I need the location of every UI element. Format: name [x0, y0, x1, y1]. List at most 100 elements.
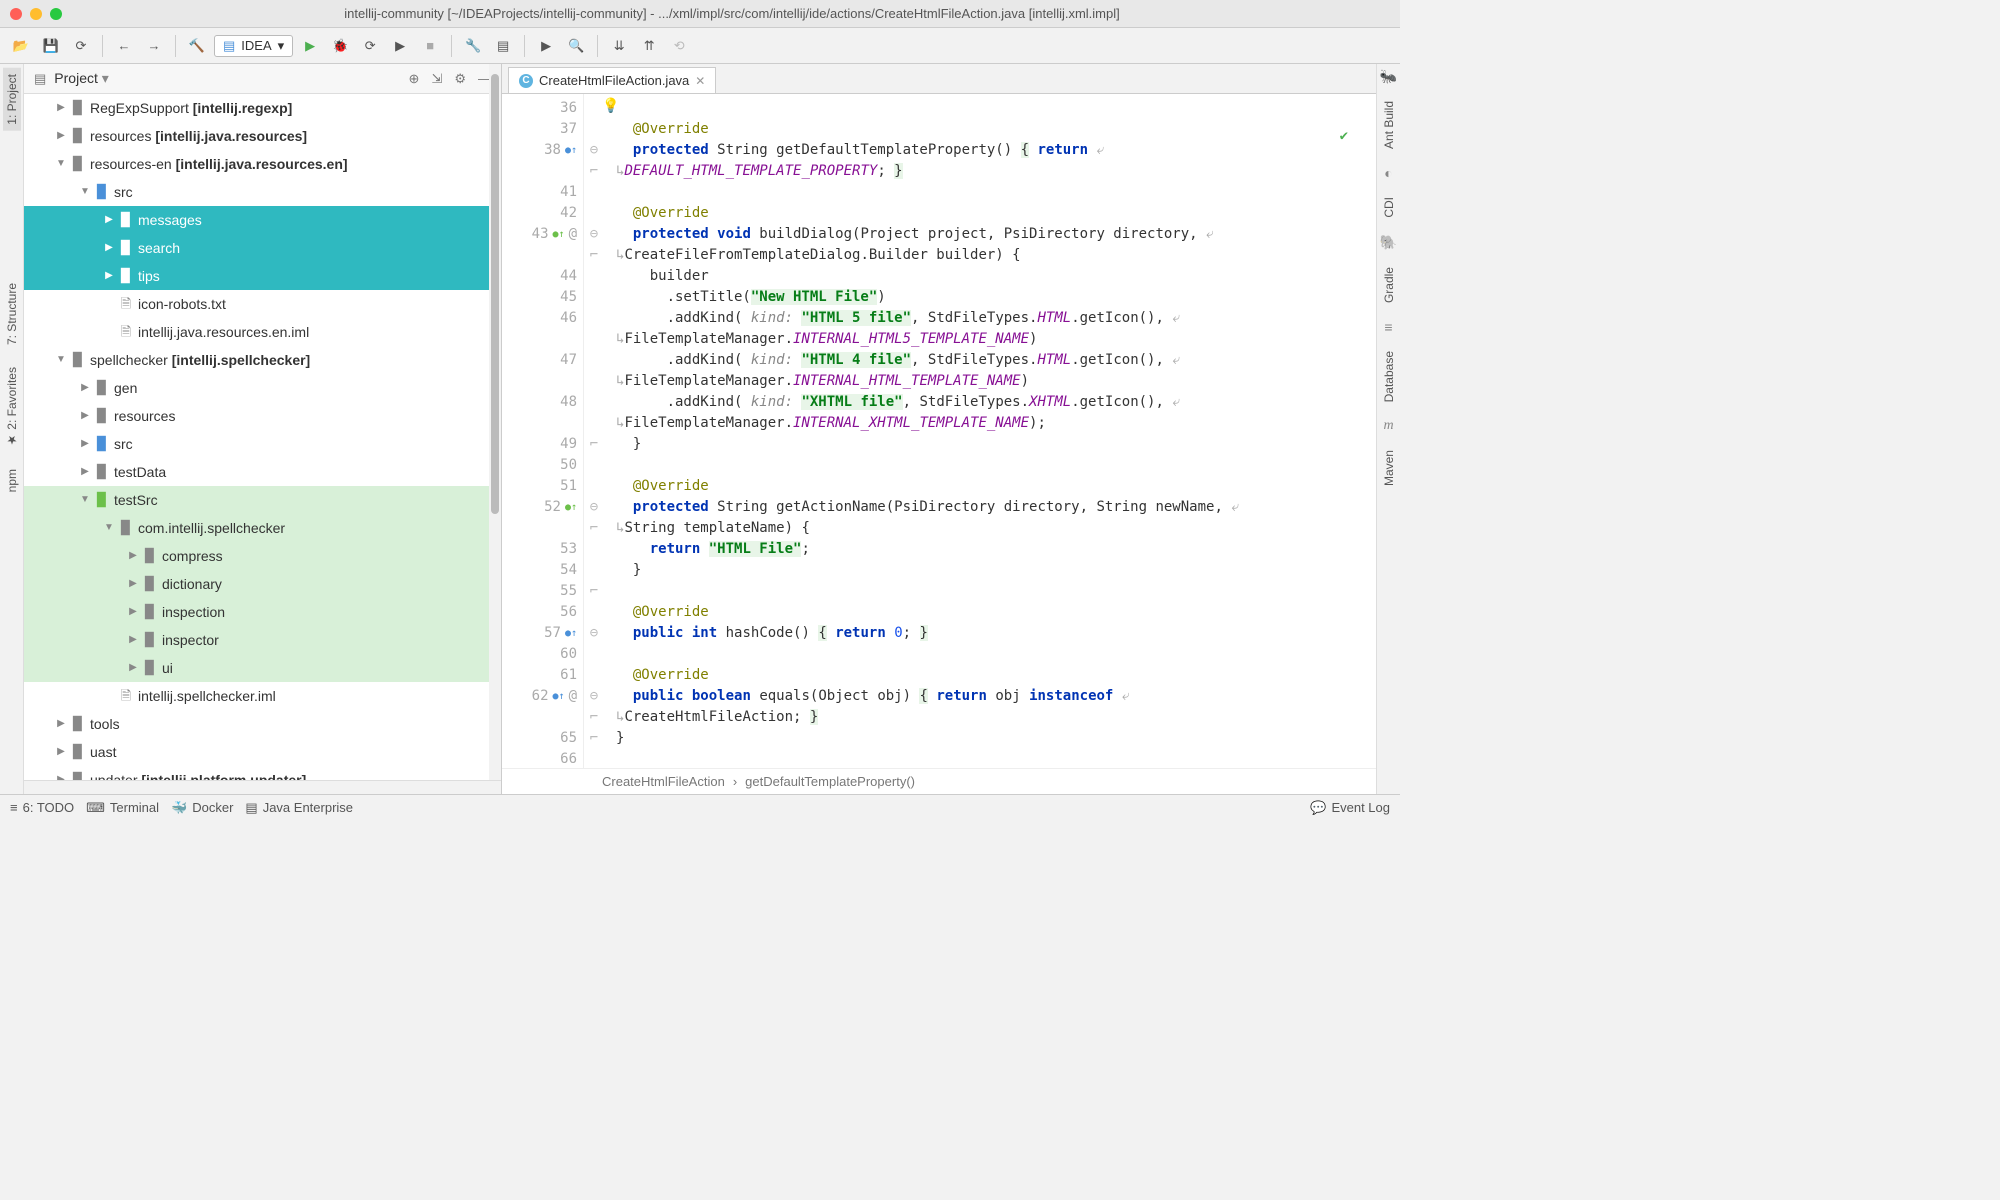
tree-row[interactable]: ▶▉uast: [24, 738, 501, 766]
tree-row[interactable]: ▶▉updater [intellij.platform.updater]: [24, 766, 501, 780]
editor-tab[interactable]: C CreateHtmlFileAction.java ✕: [508, 67, 716, 93]
wrench-icon[interactable]: 🔧: [460, 33, 486, 59]
tree-arrow-icon[interactable]: ▶: [126, 598, 140, 626]
vcs-history-icon[interactable]: ⟲: [666, 33, 692, 59]
tree-arrow-icon[interactable]: ▶: [54, 738, 68, 766]
database-icon[interactable]: ≡: [1384, 319, 1392, 335]
tree-arrow-icon[interactable]: ▶: [126, 570, 140, 598]
rail-database[interactable]: Database: [1380, 345, 1398, 408]
rail-ant[interactable]: Ant Build: [1380, 95, 1398, 155]
zoom-window-button[interactable]: [50, 8, 62, 20]
tree-row[interactable]: ▶▉resources [intellij.java.resources]: [24, 122, 501, 150]
tree-row[interactable]: ▶▉testData: [24, 458, 501, 486]
run-anything-icon[interactable]: ▶: [533, 33, 559, 59]
horizontal-scrollbar[interactable]: [24, 780, 501, 794]
rail-project[interactable]: 1: Project: [3, 68, 21, 131]
tree-arrow-icon[interactable]: ▶: [102, 262, 116, 290]
tree-row[interactable]: 🗎intellij.java.resources.en.iml: [24, 318, 501, 346]
tree-row[interactable]: 🗎intellij.spellchecker.iml: [24, 682, 501, 710]
tree-arrow-icon[interactable]: ▼: [78, 178, 92, 206]
stop-icon[interactable]: ■: [417, 33, 443, 59]
gear-icon[interactable]: ⚙: [454, 71, 466, 87]
tree-arrow-icon[interactable]: ▼: [54, 346, 68, 374]
search-icon[interactable]: 🔍: [563, 33, 589, 59]
project-structure-icon[interactable]: ▤: [490, 33, 516, 59]
vertical-scrollbar[interactable]: [489, 64, 501, 780]
tree-row[interactable]: 🗎icon-robots.txt: [24, 290, 501, 318]
open-icon[interactable]: 📂: [8, 33, 34, 59]
debug-icon[interactable]: 🐞: [327, 33, 353, 59]
cdi-icon[interactable]: ◐: [1384, 165, 1392, 181]
breadcrumb-class[interactable]: CreateHtmlFileAction: [602, 774, 725, 789]
tree-arrow-icon[interactable]: ▼: [54, 150, 68, 178]
tree-row[interactable]: ▶▉inspector: [24, 626, 501, 654]
close-tab-icon[interactable]: ✕: [695, 74, 705, 88]
tree-arrow-icon[interactable]: ▼: [78, 486, 92, 514]
run-config-dropdown[interactable]: ▤ IDEA ▾: [214, 35, 293, 57]
tree-row[interactable]: ▶▉ui: [24, 654, 501, 682]
code-area[interactable]: @Override protected String getDefaultTem…: [604, 94, 1376, 768]
run-icon[interactable]: ▶: [297, 33, 323, 59]
rail-favorites[interactable]: ★ 2: Favorites: [3, 361, 21, 453]
coverage-icon[interactable]: ⟳: [357, 33, 383, 59]
tree-row[interactable]: ▼▉com.intellij.spellchecker: [24, 514, 501, 542]
build-icon[interactable]: 🔨: [184, 33, 210, 59]
tree-row[interactable]: ▼▉src: [24, 178, 501, 206]
tree-arrow-icon[interactable]: ▶: [54, 710, 68, 738]
vcs-update-icon[interactable]: ⇊: [606, 33, 632, 59]
tree-row[interactable]: ▶▉search: [24, 234, 501, 262]
tree-row[interactable]: ▶▉gen: [24, 374, 501, 402]
tree-row[interactable]: ▶▉messages: [24, 206, 501, 234]
tree-arrow-icon[interactable]: ▶: [78, 458, 92, 486]
rail-cdi[interactable]: CDI: [1380, 191, 1398, 224]
rail-gradle[interactable]: Gradle: [1380, 261, 1398, 309]
gradle-icon[interactable]: 🐘: [1380, 234, 1397, 251]
tree-arrow-icon[interactable]: ▶: [126, 542, 140, 570]
ant-icon[interactable]: 🐜: [1380, 68, 1397, 85]
rail-npm[interactable]: npm: [3, 463, 21, 498]
tree-row[interactable]: ▼▉resources-en [intellij.java.resources.…: [24, 150, 501, 178]
forward-icon[interactable]: →: [141, 33, 167, 59]
fold-column[interactable]: ⊖⌐⊖⌐⌐⊖⌐⌐⊖⊖⌐⌐: [584, 94, 604, 768]
tree-row[interactable]: ▶▉dictionary: [24, 570, 501, 598]
tree-arrow-icon[interactable]: ▶: [102, 234, 116, 262]
project-tree[interactable]: ▶▉RegExpSupport [intellij.regexp]▶▉resou…: [24, 94, 501, 780]
intention-bulb-icon[interactable]: 💡: [602, 98, 619, 114]
tree-row[interactable]: ▶▉resources: [24, 402, 501, 430]
status-todo[interactable]: ≡6: TODO: [10, 800, 74, 815]
tree-arrow-icon[interactable]: ▶: [126, 626, 140, 654]
status-terminal[interactable]: ⌨Terminal: [86, 800, 159, 816]
rail-maven[interactable]: Maven: [1380, 444, 1398, 492]
refresh-icon[interactable]: ⟳: [68, 33, 94, 59]
maven-icon[interactable]: m: [1383, 418, 1393, 434]
close-window-button[interactable]: [10, 8, 22, 20]
save-all-icon[interactable]: 💾: [38, 33, 64, 59]
breadcrumb-method[interactable]: getDefaultTemplateProperty(): [745, 774, 915, 789]
tree-row[interactable]: ▼▉spellchecker [intellij.spellchecker]: [24, 346, 501, 374]
minimize-window-button[interactable]: [30, 8, 42, 20]
tree-arrow-icon[interactable]: ▶: [78, 402, 92, 430]
tree-row[interactable]: ▶▉RegExpSupport [intellij.regexp]: [24, 94, 501, 122]
tree-arrow-icon[interactable]: ▶: [54, 122, 68, 150]
status-javaee[interactable]: ▤Java Enterprise: [245, 800, 353, 816]
tree-row[interactable]: ▶▉tools: [24, 710, 501, 738]
tree-arrow-icon[interactable]: ▶: [126, 654, 140, 682]
tree-arrow-icon[interactable]: ▶: [78, 374, 92, 402]
tree-arrow-icon[interactable]: ▶: [102, 206, 116, 234]
tree-arrow-icon[interactable]: ▶: [54, 94, 68, 122]
tree-arrow-icon[interactable]: ▶: [78, 430, 92, 458]
collapse-icon[interactable]: ⇲: [431, 71, 442, 87]
tree-row[interactable]: ▶▉inspection: [24, 598, 501, 626]
editor[interactable]: ✔ 💡 363738 ●↑414243 ●↑ @4445464748495051…: [502, 94, 1376, 768]
profile-icon[interactable]: ▶: [387, 33, 413, 59]
status-docker[interactable]: 🐳Docker: [171, 800, 233, 816]
tree-arrow-icon[interactable]: ▶: [54, 766, 68, 780]
tree-row[interactable]: ▶▉tips: [24, 262, 501, 290]
vcs-commit-icon[interactable]: ⇈: [636, 33, 662, 59]
tree-row[interactable]: ▼▉testSrc: [24, 486, 501, 514]
tree-arrow-icon[interactable]: ▼: [102, 514, 116, 542]
back-icon[interactable]: ←: [111, 33, 137, 59]
status-eventlog[interactable]: 💬Event Log: [1310, 800, 1390, 816]
tree-row[interactable]: ▶▉src: [24, 430, 501, 458]
locate-icon[interactable]: ⊕: [409, 71, 420, 87]
